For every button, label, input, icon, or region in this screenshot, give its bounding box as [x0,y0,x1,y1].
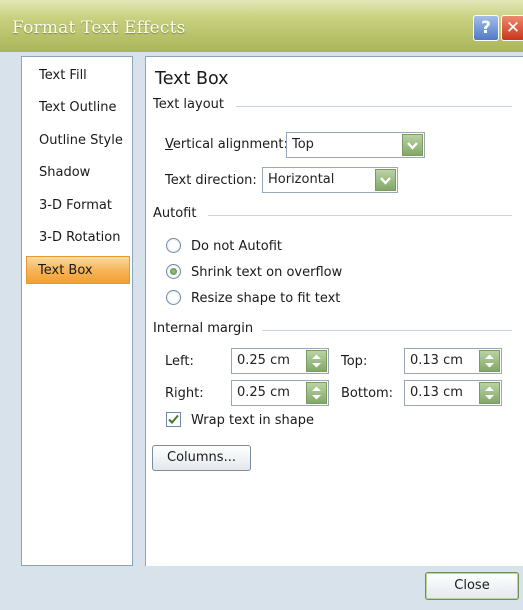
category-list: Text Fill Text Outline Outline Style Sha… [21,56,133,566]
close-button[interactable]: Close [425,572,519,600]
wrap-text-checkbox[interactable] [166,412,181,427]
spin-arrows-icon[interactable] [306,350,327,372]
left-margin-label: Left: [165,354,194,369]
top-margin-value: 0.13 cm [410,353,463,368]
bottom-margin-label: Bottom: [341,386,394,401]
nav-item-shadow[interactable]: Shadow [28,159,126,187]
left-margin-spinner[interactable]: 0.25 cm [231,348,329,374]
section-divider [236,106,512,107]
resize-shape-label: Resize shape to fit text [191,291,341,306]
spin-arrows-icon[interactable] [479,382,500,404]
vertical-alignment-label: Vertical alignment: [165,137,288,152]
shrink-text-label: Shrink text on overflow [191,265,343,280]
nav-item-text-outline[interactable]: Text Outline [28,94,126,122]
text-direction-label: Text direction: [165,173,257,188]
radio-do-not-autofit[interactable] [166,238,181,253]
vertical-alignment-dropdown[interactable]: Top [286,132,425,158]
right-margin-spinner[interactable]: 0.25 cm [231,380,329,406]
section-divider [208,215,512,216]
chevron-down-icon[interactable] [402,134,423,156]
radio-selected-dot [170,268,177,275]
format-text-effects-dialog: Format Text Effects ? ✕ Text Fill Text O… [0,0,523,610]
title-bar: Format Text Effects ? ✕ [0,0,523,52]
top-margin-label: Top: [341,354,368,369]
radio-resize-shape-to-fit[interactable] [166,290,181,305]
window-title: Format Text Effects [12,18,186,38]
section-autofit: Autofit [153,206,197,221]
help-button[interactable]: ? [473,15,499,41]
nav-item-3d-rotation[interactable]: 3-D Rotation [28,224,126,252]
nav-item-3d-format[interactable]: 3-D Format [28,192,126,220]
nav-item-outline-style[interactable]: Outline Style [28,127,126,155]
section-internal-margin: Internal margin [153,321,254,336]
top-margin-spinner[interactable]: 0.13 cm [404,348,502,374]
vertical-alignment-label-text: ertical alignment: [172,137,288,152]
spin-arrows-icon[interactable] [306,382,327,404]
bottom-margin-value: 0.13 cm [410,385,463,400]
section-divider [262,330,512,331]
panel-heading: Text Box [155,69,229,89]
bottom-margin-spinner[interactable]: 0.13 cm [404,380,502,406]
vertical-alignment-value: Top [292,137,314,152]
section-text-layout: Text layout [153,97,224,112]
left-margin-value: 0.25 cm [237,353,290,368]
right-margin-label: Right: [165,386,204,401]
nav-item-text-fill[interactable]: Text Fill [28,62,126,90]
wrap-text-label: Wrap text in shape [191,413,314,428]
text-direction-value: Horizontal [268,172,335,187]
spin-arrows-icon[interactable] [479,350,500,372]
close-window-button[interactable]: ✕ [501,15,523,41]
columns-button[interactable]: Columns... [152,445,251,471]
chevron-down-icon[interactable] [375,169,396,191]
do-not-autofit-label: Do not Autofit [191,239,282,254]
radio-shrink-text-on-overflow[interactable] [166,264,181,279]
text-direction-dropdown[interactable]: Horizontal [262,167,398,193]
nav-item-text-box[interactable]: Text Box [26,256,130,284]
right-margin-value: 0.25 cm [237,385,290,400]
checkmark-icon [168,414,179,424]
